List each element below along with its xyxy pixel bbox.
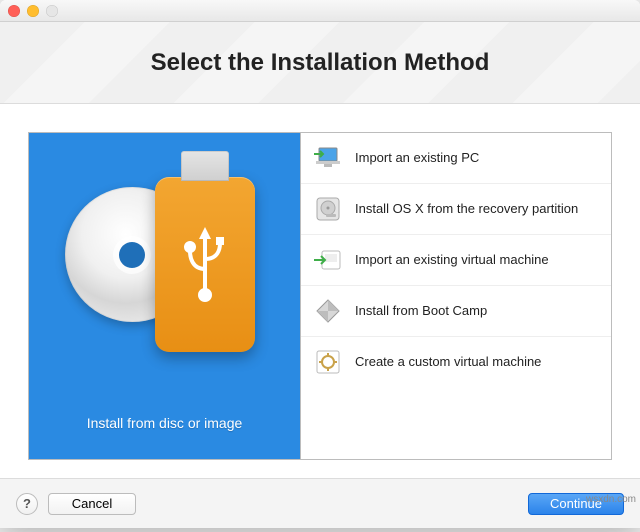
titlebar: [0, 0, 640, 22]
option-install-osx-recovery[interactable]: Install OS X from the recovery partition: [301, 184, 611, 235]
installer-window: Select the Installation Method: [0, 0, 640, 528]
option-import-pc[interactable]: Import an existing PC: [301, 133, 611, 184]
usb-symbol-icon: [155, 177, 255, 352]
option-install-bootcamp[interactable]: Install from Boot Camp: [301, 286, 611, 337]
pc-import-icon: [313, 143, 343, 173]
option-label: Create a custom virtual machine: [355, 354, 541, 370]
disc-usb-illustration: [29, 167, 300, 367]
options-list: Import an existing PC Install OS X from …: [300, 132, 612, 460]
close-icon[interactable]: [8, 5, 20, 17]
option-import-vm[interactable]: Import an existing virtual machine: [301, 235, 611, 286]
hard-drive-icon: [313, 194, 343, 224]
option-install-from-disc[interactable]: Install from disc or image: [28, 132, 300, 460]
zoom-icon: [46, 5, 58, 17]
watermark: wsxdn.com: [586, 494, 636, 505]
option-label: Import an existing virtual machine: [355, 252, 549, 268]
custom-vm-icon: [313, 347, 343, 377]
help-button[interactable]: ?: [16, 493, 38, 515]
option-install-from-disc-label: Install from disc or image: [87, 415, 243, 431]
option-label: Install OS X from the recovery partition: [355, 201, 578, 217]
footer: ? Cancel Continue: [0, 478, 640, 528]
usb-drive-icon: [155, 177, 255, 352]
page-title: Select the Installation Method: [151, 49, 490, 77]
option-label: Import an existing PC: [355, 150, 479, 166]
minimize-icon[interactable]: [27, 5, 39, 17]
header: Select the Installation Method: [0, 22, 640, 104]
vm-import-icon: [313, 245, 343, 275]
option-custom-vm[interactable]: Create a custom virtual machine: [301, 337, 611, 387]
content: Install from disc or image Import an exi…: [0, 104, 640, 478]
option-label: Install from Boot Camp: [355, 303, 487, 319]
cancel-button[interactable]: Cancel: [48, 493, 136, 515]
bootcamp-icon: [313, 296, 343, 326]
